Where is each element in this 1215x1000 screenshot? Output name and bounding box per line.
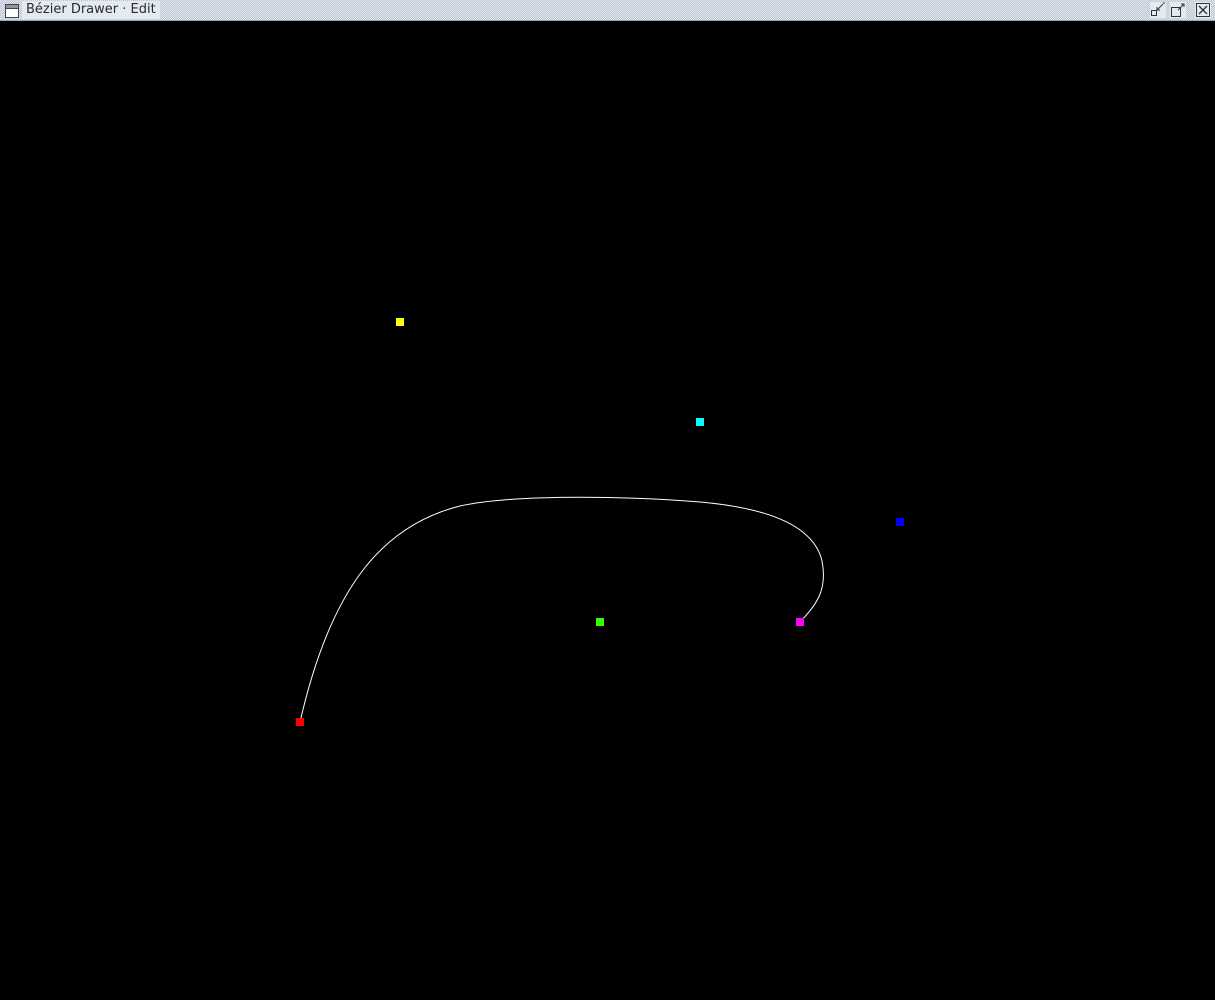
drawing-canvas[interactable] bbox=[0, 21, 1215, 1000]
bezier-drawer-window: Bézier Drawer · Edit bbox=[0, 0, 1215, 1000]
iconify-button[interactable] bbox=[1150, 2, 1166, 18]
maximize-button[interactable] bbox=[1170, 2, 1186, 18]
control-point-yellow[interactable] bbox=[396, 318, 404, 326]
control-point-blue[interactable] bbox=[896, 518, 904, 526]
canvas-svg bbox=[296, 318, 904, 726]
control-point-cyan[interactable] bbox=[696, 418, 704, 426]
control-point-magenta[interactable] bbox=[796, 618, 804, 626]
window-title: Bézier Drawer · Edit bbox=[22, 1, 160, 19]
close-button[interactable] bbox=[1195, 2, 1211, 18]
bezier-curve bbox=[299, 496, 824, 723]
window-close-icon bbox=[1196, 3, 1210, 17]
app-window-icon bbox=[5, 3, 19, 18]
window-maximize-icon bbox=[1171, 3, 1185, 17]
control-point-green[interactable] bbox=[596, 618, 604, 626]
window-iconify-icon bbox=[1151, 2, 1165, 16]
title-bar[interactable]: Bézier Drawer · Edit bbox=[0, 0, 1215, 21]
control-point-red[interactable] bbox=[296, 718, 304, 726]
